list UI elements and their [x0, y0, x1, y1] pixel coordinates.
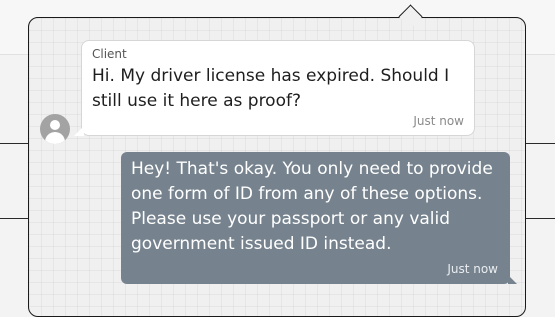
incoming-message-timestamp: Just now — [413, 114, 464, 128]
sender-name: Client — [92, 47, 127, 61]
outgoing-message-bubble: Hey! That's okay. You only need to provi… — [121, 152, 517, 284]
outgoing-message-timestamp: Just now — [447, 262, 498, 276]
chat-popover: Client Hi. My driver license has expired… — [28, 4, 526, 317]
user-avatar-icon — [40, 114, 70, 144]
incoming-message-text: Hi. My driver license has expired. Shoul… — [92, 66, 450, 111]
outgoing-message-text: Hey! That's okay. You only need to provi… — [131, 159, 493, 254]
incoming-message-bubble: Client Hi. My driver license has expired… — [74, 40, 475, 136]
